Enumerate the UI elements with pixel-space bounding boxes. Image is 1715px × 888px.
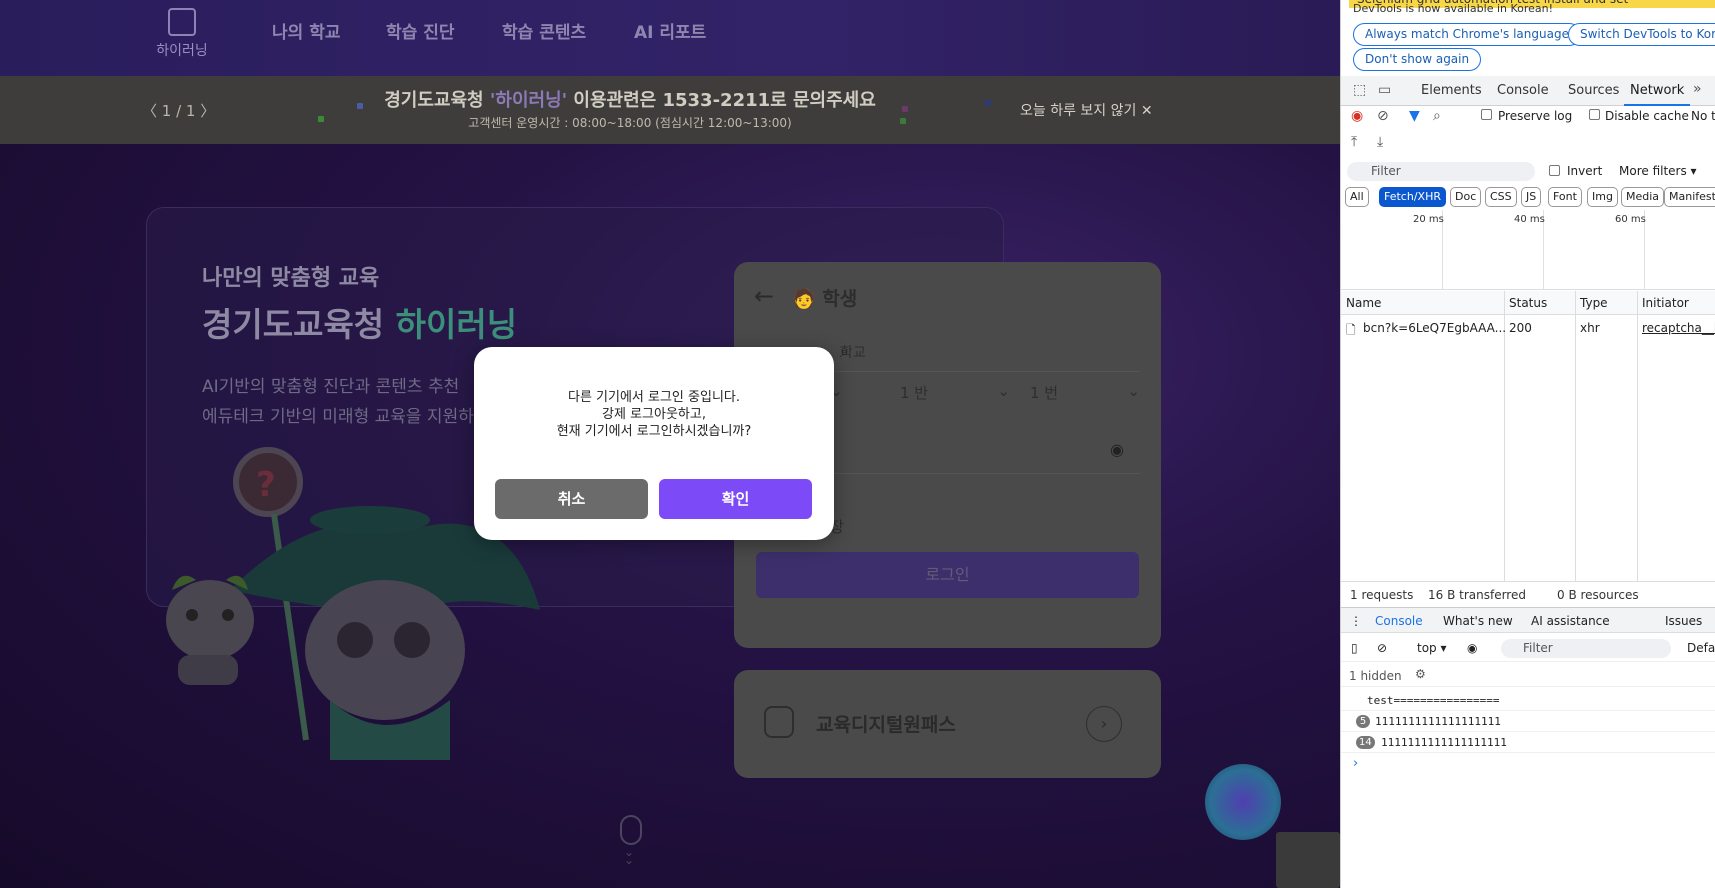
- invert-checkbox[interactable]: [1549, 165, 1560, 176]
- network-overview-timeline[interactable]: 20 ms 40 ms 60 ms: [1341, 210, 1715, 290]
- record-icon[interactable]: ◉: [1351, 108, 1363, 124]
- type-chip-fetch-xhr[interactable]: Fetch/XHR: [1379, 187, 1446, 207]
- type-chip-css[interactable]: CSS: [1485, 187, 1517, 207]
- type-chip-media[interactable]: Media: [1621, 187, 1665, 207]
- drawer-tab-console[interactable]: Console: [1375, 614, 1423, 628]
- dont-show-again-button[interactable]: Don't show again: [1353, 48, 1482, 71]
- type-chip-font[interactable]: Font: [1548, 187, 1582, 207]
- type-chip-img[interactable]: Img: [1587, 187, 1618, 207]
- eye-icon[interactable]: ◉: [1467, 641, 1477, 655]
- tab-network[interactable]: Network: [1623, 83, 1691, 106]
- tab-sources[interactable]: Sources: [1568, 83, 1619, 98]
- export-har-icon[interactable]: ⤓: [1377, 134, 1383, 150]
- request-status: 200: [1509, 321, 1532, 335]
- sidebar-toggle-icon[interactable]: ▯: [1351, 641, 1358, 655]
- network-toolbar-2: ⤒ ⤓: [1341, 132, 1715, 154]
- devtools-tabbar: ⬚ ▭ Elements Console Sources Network »: [1341, 76, 1715, 106]
- dialog-message: 다른 기기에서 로그인 중입니다. 강제 로그아웃하고, 현재 기기에서 로그인…: [556, 390, 752, 439]
- table-row[interactable]: 🗋 bcn?k=6LeQ7EgbAAA... 200 xhr recaptcha…: [1341, 316, 1715, 340]
- website-viewport: 하이러닝 나의 학교 학습 진단 학습 콘텐츠 AI 리포트 〈 1 / 1 〉…: [0, 0, 1340, 888]
- request-initiator-link[interactable]: recaptcha__ko: [1642, 321, 1715, 335]
- search-icon[interactable]: ⌕: [1433, 108, 1441, 124]
- network-filter-input[interactable]: Filter: [1347, 162, 1535, 181]
- filter-icon[interactable]: ▼: [1409, 108, 1420, 124]
- timeline-label: 20 ms: [1413, 214, 1444, 225]
- clear-icon[interactable]: ⊘: [1377, 108, 1389, 124]
- tab-elements[interactable]: Elements: [1421, 83, 1482, 98]
- drawer-tabbar: ⋮ Console What's new AI assistance Issue…: [1341, 607, 1715, 633]
- console-message-text: test================: [1367, 694, 1500, 707]
- type-chip-all[interactable]: All: [1345, 187, 1369, 207]
- request-type: xhr: [1580, 321, 1600, 335]
- hidden-messages-row: 1 hidden ⚙: [1341, 663, 1715, 687]
- type-chip-js[interactable]: JS: [1521, 187, 1542, 207]
- throttling-select[interactable]: No t: [1691, 109, 1715, 123]
- console-message: 14 1111111111111111111: [1341, 732, 1715, 753]
- tab-console[interactable]: Console: [1497, 83, 1549, 98]
- column-type[interactable]: Type: [1580, 296, 1608, 310]
- column-status[interactable]: Status: [1509, 296, 1547, 310]
- drawer-menu-icon[interactable]: ⋮: [1350, 614, 1362, 628]
- network-toolbar: ◉ ⊘ ▼ ⌕ Preserve log Disable cache No t: [1341, 106, 1715, 128]
- drawer-tab-ai-assistance[interactable]: AI assistance: [1531, 614, 1610, 628]
- inspect-element-icon[interactable]: ⬚: [1353, 82, 1366, 98]
- more-tabs-icon[interactable]: »: [1693, 81, 1702, 97]
- cancel-button[interactable]: 취소: [495, 479, 648, 519]
- drawer-tab-issues[interactable]: Issues: [1665, 614, 1702, 628]
- devtools-panel: Selenium grid automation test install an…: [1340, 0, 1715, 888]
- console-message-text: 1111111111111111111: [1375, 715, 1501, 728]
- network-filter-placeholder: Filter: [1371, 164, 1401, 178]
- duplicate-login-dialog: 다른 기기에서 로그인 중입니다. 강제 로그아웃하고, 현재 기기에서 로그인…: [474, 347, 834, 540]
- more-filters-dropdown[interactable]: More filters ▾: [1619, 164, 1697, 178]
- timeline-label: 60 ms: [1615, 214, 1646, 225]
- device-toolbar-icon[interactable]: ▭: [1378, 82, 1391, 98]
- devtools-language-infobar: Selenium grid automation test install an…: [1341, 0, 1715, 74]
- context-select[interactable]: top ▾: [1417, 641, 1447, 655]
- summary-transferred: 16 B transferred: [1428, 588, 1526, 602]
- type-chip-manifest[interactable]: Manifest: [1664, 187, 1715, 207]
- console-message: test================: [1341, 690, 1715, 711]
- drawer-tab-whats-new[interactable]: What's new: [1443, 614, 1513, 628]
- disable-cache-checkbox[interactable]: [1589, 109, 1600, 120]
- infobar-message: DevTools is now available in Korean!: [1353, 2, 1554, 15]
- console-prompt[interactable]: ›: [1353, 756, 1358, 771]
- network-summary-bar: 1 requests 16 B transferred 0 B resource…: [1341, 581, 1715, 605]
- summary-requests: 1 requests: [1350, 588, 1414, 602]
- switch-language-button[interactable]: Switch DevTools to Korea: [1568, 23, 1715, 46]
- request-name[interactable]: bcn?k=6LeQ7EgbAAA...: [1363, 321, 1506, 335]
- console-filter-input[interactable]: Filter: [1501, 639, 1671, 658]
- log-levels-select[interactable]: Defau: [1687, 641, 1715, 655]
- disable-cache-label: Disable cache: [1605, 109, 1689, 123]
- confirm-button[interactable]: 확인: [659, 479, 812, 519]
- console-message: 5 1111111111111111111: [1341, 711, 1715, 732]
- type-chip-doc[interactable]: Doc: [1450, 187, 1482, 207]
- timeline-label: 40 ms: [1514, 214, 1545, 225]
- console-message-text: 1111111111111111111: [1381, 736, 1507, 749]
- preserve-log-checkbox[interactable]: [1481, 109, 1492, 120]
- document-icon: 🗋: [1346, 323, 1356, 337]
- preserve-log-label: Preserve log: [1498, 109, 1573, 123]
- summary-resources: 0 B resources: [1557, 588, 1639, 602]
- repeat-count-badge: 14: [1356, 736, 1375, 749]
- clear-console-icon[interactable]: ⊘: [1377, 641, 1387, 655]
- screen: 하이러닝 나의 학교 학습 진단 학습 콘텐츠 AI 리포트 〈 1 / 1 〉…: [0, 0, 1715, 888]
- hidden-count: 1 hidden: [1349, 669, 1402, 683]
- console-toolbar: ▯ ⊘ top ▾ ◉ Filter Defau: [1341, 634, 1715, 662]
- console-filter-placeholder: Filter: [1523, 641, 1553, 655]
- column-name[interactable]: Name: [1346, 296, 1381, 310]
- request-table-header: Name Status Type Initiator: [1341, 291, 1715, 315]
- always-match-language-button[interactable]: Always match Chrome's language: [1353, 23, 1581, 46]
- import-har-icon[interactable]: ⤒: [1351, 134, 1357, 150]
- gear-icon[interactable]: ⚙: [1415, 667, 1426, 681]
- column-initiator[interactable]: Initiator: [1642, 296, 1689, 310]
- invert-label: Invert: [1567, 164, 1603, 178]
- repeat-count-badge: 5: [1356, 715, 1370, 728]
